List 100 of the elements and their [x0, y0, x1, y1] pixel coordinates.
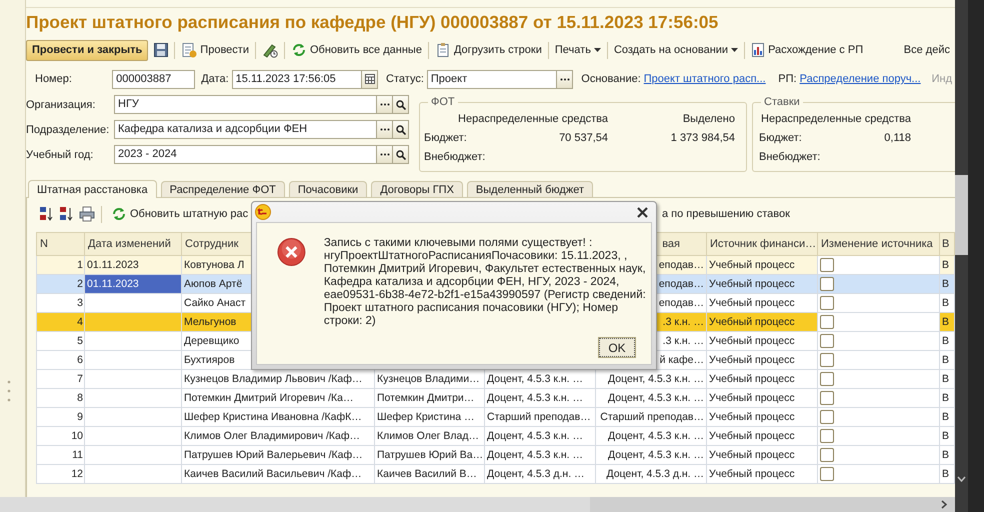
checkbox[interactable]	[820, 277, 834, 291]
checkbox[interactable]	[820, 467, 834, 481]
tab[interactable]: Почасовики	[288, 181, 368, 197]
arrow-down-icon[interactable]	[957, 476, 966, 482]
sort-descending-icon[interactable]	[59, 206, 73, 222]
table-row[interactable]: 7 Кузнецов Владимир Львович /Каф… Кузнецов Владими… Доцент, 4.5.3 к.н. … Доцент, 4.5.3 к.н. … Учебный процесс В	[36, 370, 954, 388]
rp-link[interactable]: Распределение поруч...	[800, 72, 918, 86]
load-rows-button[interactable]: Догрузить строки	[432, 40, 545, 60]
search-button[interactable]	[393, 120, 409, 139]
refresh-icon	[290, 42, 307, 58]
checkbox[interactable]	[820, 296, 834, 310]
input-field[interactable]: НГУ	[114, 95, 377, 114]
select-button[interactable]	[377, 120, 393, 139]
search-icon	[396, 150, 406, 160]
column-header[interactable]: N	[40, 237, 48, 251]
table-cell: Учебный процесс	[709, 372, 795, 386]
table-cell: Сайко Анаст	[184, 296, 246, 310]
table-cell: Доцент, 4.5.3 к.н. …	[487, 448, 583, 462]
tab[interactable]: Распределение ФОТ	[160, 181, 285, 197]
checkbox[interactable]	[820, 429, 834, 443]
table-cell: Доцент, 4.5.3 к.н. …	[487, 391, 583, 405]
tab[interactable]: Штатная расстановка	[28, 180, 157, 198]
scrollbar-thumb[interactable]	[955, 175, 968, 255]
table-cell: Учебный процесс	[709, 391, 795, 405]
table-row[interactable]: 11 Патрушев Юрий Валерьевич /Каф… Патрушев Юрий Ва… Доцент, 4.5.3 к.н. … Доцент, 4.5.3 к.н. … Учебный процесс В	[36, 446, 954, 464]
column-header[interactable]: вая	[662, 237, 680, 251]
table-cell: .3 к.н. …	[662, 334, 704, 348]
printer-icon[interactable]	[79, 206, 95, 222]
table-cell: 11	[72, 448, 83, 462]
checkbox[interactable]	[820, 315, 834, 329]
tab[interactable]: Выделенный бюджет	[466, 181, 593, 197]
column-label: Выделено	[682, 112, 735, 126]
checkbox[interactable]	[820, 353, 834, 367]
table-cell: В	[942, 277, 950, 291]
close-icon	[637, 206, 648, 218]
refresh-staffing-button[interactable]: Обновить штатную рас	[108, 204, 252, 224]
table-cell: В	[942, 315, 950, 329]
basis-link[interactable]: Проект штатного расп...	[644, 72, 768, 86]
column-header[interactable]: Сотрудник	[185, 237, 238, 251]
tab[interactable]: Договоры ГПХ	[371, 181, 463, 197]
toolbar-button[interactable]: а по превышению ставок	[662, 204, 790, 224]
table-cell: Кузнецов Владимир Львович /Каф…	[184, 372, 362, 386]
create-based-on-menu-button[interactable]: Создать на основании	[610, 40, 742, 60]
print-menu-button[interactable]: Печать	[552, 40, 604, 60]
number-field[interactable]: 000003887	[112, 70, 196, 88]
calendar-icon	[364, 74, 375, 84]
refresh-icon	[111, 206, 127, 222]
clipboard-icon	[434, 42, 451, 58]
arrow-right-icon[interactable]	[941, 500, 947, 509]
all-actions-menu-button[interactable]: Все дейс	[900, 40, 953, 60]
checkbox[interactable]	[820, 410, 834, 424]
table-cell: еподав…	[658, 277, 704, 291]
refresh-all-button[interactable]: Обновить все данные	[288, 40, 425, 60]
table-cell: 4	[77, 315, 83, 329]
calendar-button[interactable]	[362, 70, 378, 88]
row-label: Бюджет:	[424, 131, 468, 145]
checkbox[interactable]	[820, 334, 834, 348]
table-cell: 3	[77, 296, 83, 310]
table-cell: 9	[77, 410, 83, 424]
table-row[interactable]: 9 Шефер Кристина Ивановна /КафК… Шефер Кристина … Старший преподав… Старший преподав… Учебный процесс В	[36, 408, 954, 426]
field-label: РП:	[778, 72, 798, 86]
dots-icon	[380, 128, 390, 131]
table-row[interactable]: 10 Климов Олег Владимирович /Каф… Климов Олег Влад… Доцент, 4.5.3 к.н. … Доцент, 4.5.3 к.н. … Учебный процесс В	[36, 426, 954, 446]
table-cell: В	[942, 467, 950, 481]
ok-button[interactable]: OK	[599, 338, 635, 357]
checkbox[interactable]	[820, 372, 834, 386]
close-button[interactable]	[635, 204, 650, 220]
select-button[interactable]	[557, 70, 574, 88]
table-cell: Мельгунов	[184, 315, 236, 329]
table-cell: В	[942, 258, 950, 272]
checkbox[interactable]	[820, 448, 834, 462]
splitter-handle-icon[interactable]	[7, 380, 11, 402]
select-button[interactable]	[377, 95, 393, 114]
table-cell: Учебный процесс	[709, 296, 795, 310]
input-field[interactable]: Кафедра катализа и адсорбции ФЕН	[114, 120, 377, 139]
sort-ascending-icon[interactable]	[39, 206, 53, 222]
table-cell: В	[942, 334, 950, 348]
search-button[interactable]	[393, 145, 409, 164]
input-field[interactable]: 2023 - 2024	[114, 145, 377, 164]
search-button[interactable]	[393, 95, 409, 114]
table-row[interactable]: 8 Потемкин Дмитрий Игоревич /Ка… Потемкин Дмитри… Доцент, 4.5.3 к.н. … Доцент, 4.5.3 к.н. … Учебный процесс В	[36, 388, 954, 408]
error-icon	[277, 237, 306, 267]
select-button[interactable]	[377, 145, 393, 164]
horizontal-scrollbar[interactable]	[0, 497, 955, 512]
table-row[interactable]: 12 Каичев Василий Васильевич /Каф… Каичев Василий В… Доцент, 4.5.3 д.н. … Доцент, 4.5.3 д.н. … Учебный процесс В	[36, 464, 954, 484]
caret-icon	[731, 48, 738, 52]
table-cell: еподав…	[658, 258, 704, 272]
vertical-scrollbar[interactable]	[955, 0, 968, 512]
table-cell: Доцент, 4.5.3 к.н. …	[608, 429, 704, 443]
checkbox[interactable]	[820, 258, 834, 272]
checkbox[interactable]	[820, 391, 834, 405]
status-field[interactable]: Проект	[426, 70, 558, 88]
table-cell: Учебный процесс	[709, 334, 795, 348]
rp-discrepancy-button[interactable]: Расхождение с РП	[748, 40, 866, 60]
post-button[interactable]: Провести	[178, 40, 252, 60]
post-and-close-button[interactable]: Провести и закрыть	[26, 40, 148, 60]
date-field[interactable]: 15.11.2023 17:56:05	[232, 70, 362, 88]
column-label: Нераспределенные средства	[761, 112, 911, 126]
field-label: Организация:	[26, 98, 96, 112]
table-cell: Потемкин Дмитрий Игоревич /Ка…	[184, 391, 354, 405]
